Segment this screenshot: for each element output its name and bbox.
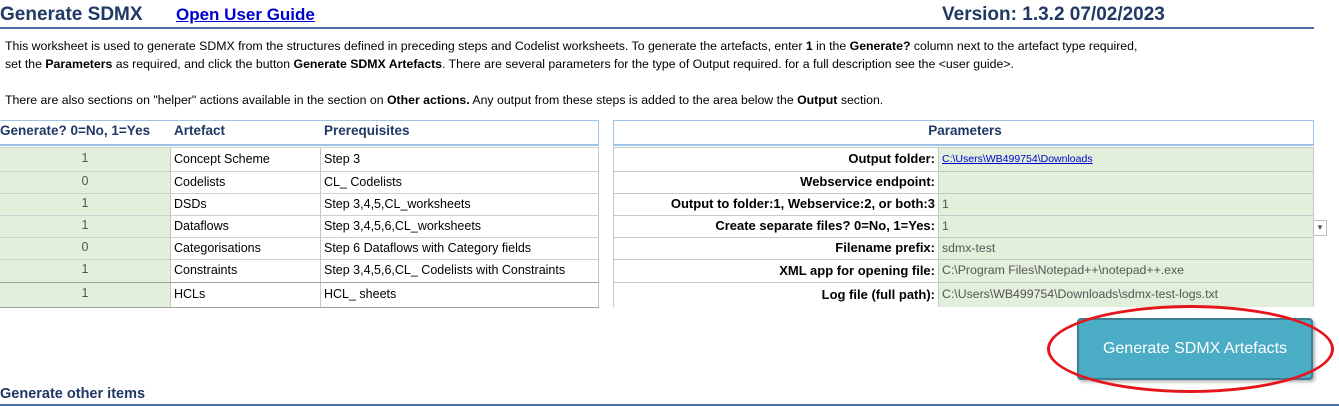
- generate-flag-cell[interactable]: 1: [0, 259, 171, 282]
- parameter-label: Filename prefix:: [613, 237, 938, 259]
- desc-bold: 1: [805, 39, 813, 53]
- artefact-name-cell: Concept Scheme: [171, 147, 321, 171]
- parameter-label: Log file (full path):: [613, 282, 938, 307]
- desc-text: . There are several parameters for the t…: [442, 57, 1014, 71]
- generate-flag-cell[interactable]: 1: [0, 215, 171, 237]
- desc-bold: Parameters: [45, 57, 113, 71]
- artefact-name-cell: Dataflows: [171, 215, 321, 237]
- open-user-guide-link[interactable]: Open User Guide: [176, 5, 315, 25]
- generate-flag-cell[interactable]: 1: [0, 193, 171, 215]
- description-line-2: set the Parameters as required, and clic…: [5, 57, 1014, 71]
- desc-text: There are also sections on "helper" acti…: [5, 93, 387, 107]
- generate-flag-cell[interactable]: 1: [0, 147, 171, 171]
- desc-text: in the: [812, 39, 850, 53]
- parameter-row-divider: [613, 215, 1314, 216]
- parameter-label: XML app for opening file:: [613, 259, 938, 282]
- generate-flag-cell[interactable]: 0: [0, 237, 171, 259]
- generate-other-items-heading: Generate other items: [0, 386, 146, 402]
- description-line-3: There are also sections on "helper" acti…: [5, 93, 883, 107]
- artefact-name-cell: HCLs: [171, 282, 321, 307]
- desc-bold: Generate?: [849, 39, 911, 53]
- prerequisites-cell: Step 6 Dataflows with Category fields: [321, 237, 599, 259]
- row-divider: [0, 307, 599, 308]
- version-label: Version: 1.3.2 07/02/2023: [942, 4, 1165, 25]
- desc-text: Any output from these steps is added to …: [469, 93, 798, 107]
- artefact-table: Generate? 0=No, 1=Yes Artefact Prerequis…: [0, 120, 599, 308]
- annotation-circle: [1047, 305, 1334, 393]
- title-divider: [0, 27, 1314, 29]
- parameter-row-divider: [613, 193, 1314, 194]
- parameter-value-field[interactable]: [938, 171, 1314, 193]
- parameters-header: Parameters: [613, 120, 1314, 146]
- prerequisites-cell: Step 3: [321, 147, 599, 171]
- artefact-name-cell: Constraints: [171, 259, 321, 282]
- parameter-row-divider: [613, 237, 1314, 238]
- description-line-1: This worksheet is used to generate SDMX …: [5, 39, 1137, 53]
- parameter-value-field[interactable]: 1: [938, 215, 1314, 237]
- parameter-label: Webservice endpoint:: [613, 171, 938, 193]
- col-header-generate: Generate? 0=No, 1=Yes: [0, 120, 171, 146]
- prerequisites-cell: CL_ Codelists: [321, 171, 599, 193]
- desc-text: section.: [837, 93, 884, 107]
- prerequisites-cell: Step 3,4,5,6,CL_ Codelists with Constrai…: [321, 259, 599, 282]
- parameter-value-field[interactable]: 1: [938, 193, 1314, 215]
- parameter-label: Output to folder:1, Webservice:2, or bot…: [613, 193, 938, 215]
- parameter-label: Create separate files? 0=No, 1=Yes:: [613, 215, 938, 237]
- desc-text: column next to the artefact type require…: [910, 39, 1138, 53]
- parameters-table: Parameters Output folder: C:\Users\WB4997…: [613, 120, 1314, 307]
- page-title: Generate SDMX: [0, 4, 143, 25]
- prerequisites-cell: Step 3,4,5,CL_worksheets: [321, 193, 599, 215]
- parameter-row-divider: [613, 282, 1314, 283]
- artefact-name-cell: DSDs: [171, 193, 321, 215]
- desc-text: set the: [5, 57, 46, 71]
- generate-flag-cell[interactable]: 0: [0, 171, 171, 193]
- desc-bold: Other actions.: [386, 93, 470, 107]
- parameter-value-field[interactable]: C:\Program Files\Notepad++\notepad++.exe: [938, 259, 1314, 282]
- col-header-prerequisites: Prerequisites: [321, 120, 599, 146]
- artefact-name-cell: Categorisations: [171, 237, 321, 259]
- desc-bold: Generate SDMX Artefacts: [293, 57, 443, 71]
- parameter-row-divider: [613, 147, 1314, 148]
- parameter-row-divider: [613, 259, 1314, 260]
- parameter-label: Output folder:: [613, 147, 938, 171]
- prerequisites-cell: HCL_ sheets: [321, 282, 599, 307]
- row-divider: [0, 282, 599, 283]
- desc-bold: Output: [797, 93, 838, 107]
- parameter-value-field[interactable]: C:\Users\WB499754\Downloads\sdmx-test-lo…: [938, 282, 1314, 307]
- chevron-down-icon[interactable]: ▼: [1313, 220, 1327, 236]
- prerequisites-cell: Step 3,4,5,6,CL_worksheets: [321, 215, 599, 237]
- artefact-name-cell: Codelists: [171, 171, 321, 193]
- parameter-value-field[interactable]: C:\Users\WB499754\Downloads: [938, 147, 1314, 171]
- desc-text: This worksheet is used to generate SDMX …: [5, 39, 806, 53]
- parameter-row-divider: [613, 171, 1314, 172]
- col-header-artefact: Artefact: [171, 120, 321, 146]
- desc-text: as required, and click the button: [112, 57, 294, 71]
- generate-flag-cell[interactable]: 1: [0, 282, 171, 307]
- parameter-value-field[interactable]: sdmx-test: [938, 237, 1314, 259]
